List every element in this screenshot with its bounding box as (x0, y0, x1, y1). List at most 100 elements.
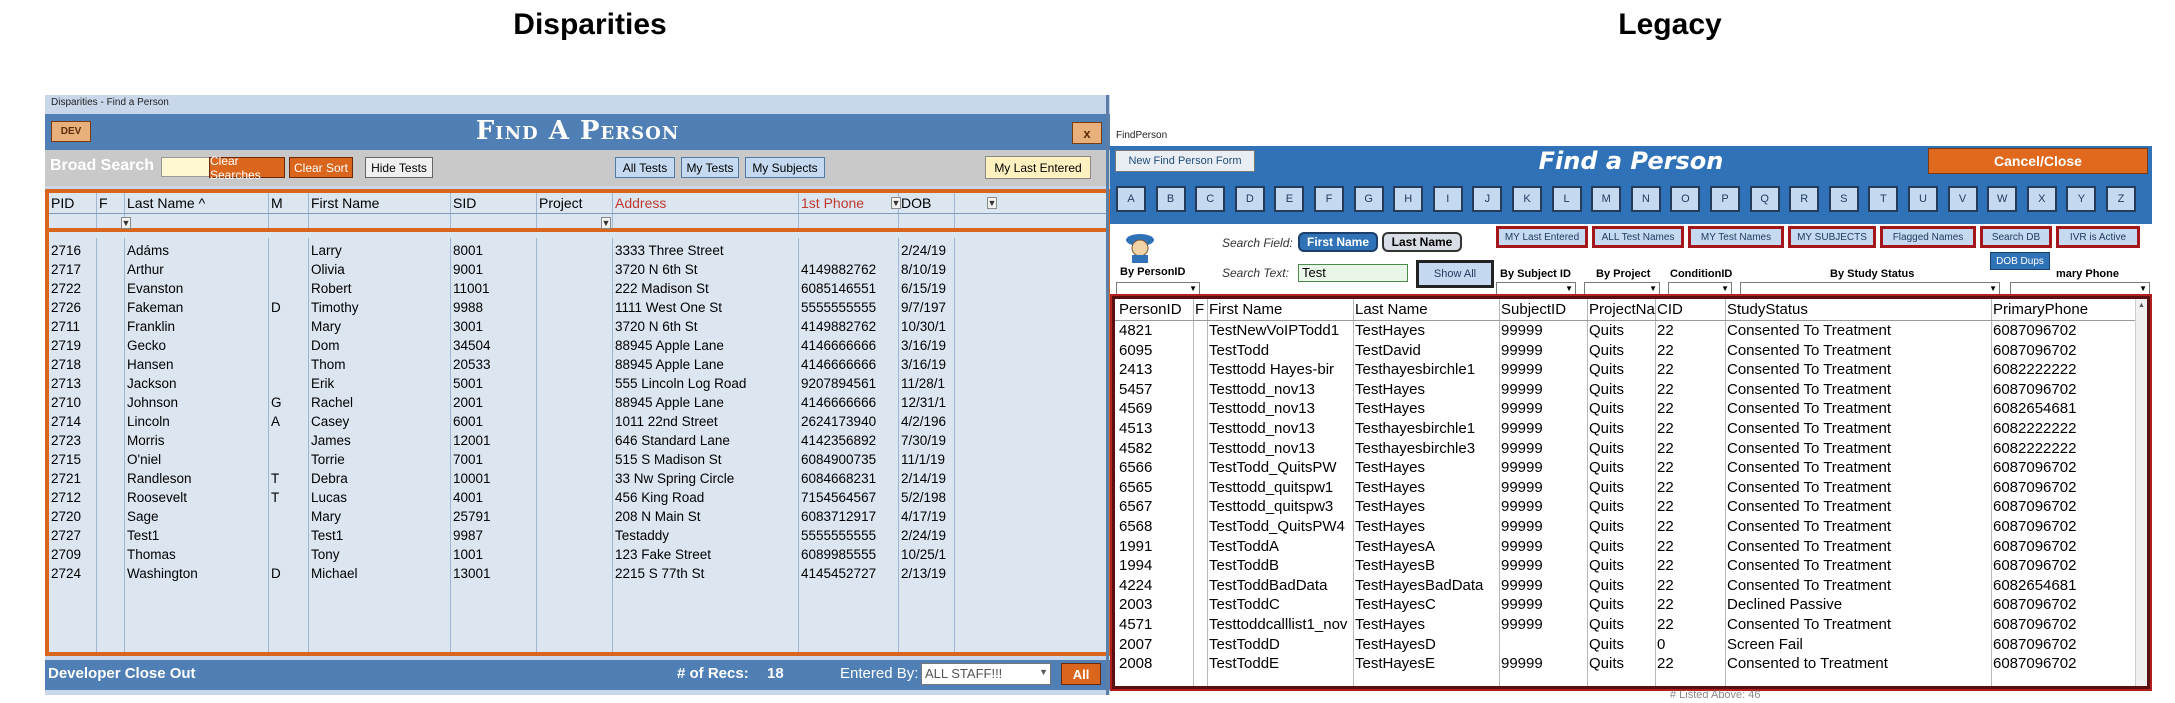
table-row[interactable]: 6566 TestTodd_QuitsPW TestHayes 99999 Quits 2… (1115, 459, 2147, 479)
table-row[interactable]: 2008 TestToddE TestHayesE 99999 Quits 22 Conse… (1115, 655, 2147, 675)
close-button[interactable]: x (1072, 122, 1102, 144)
column-header[interactable]: Project (539, 195, 583, 211)
column-header[interactable]: 1st Phone (801, 195, 864, 211)
column-header[interactable]: PrimaryPhone (1993, 301, 2133, 318)
vertical-scrollbar[interactable]: ▲ (2135, 299, 2147, 686)
table-row[interactable]: 2003 TestToddC TestHayesC 99999 Quits 22 Decli… (1115, 596, 2147, 616)
table-row[interactable]: 6095 TestTodd TestDavid 99999 Quits 22 Consent… (1115, 342, 2147, 362)
letter-filter-button[interactable]: K (1512, 186, 1542, 212)
column-header[interactable]: F (99, 195, 108, 211)
my-last-entered-button[interactable]: My Last Entered (985, 156, 1091, 179)
table-row[interactable]: 2715 O'niel Torrie 7001 515 S Madison St 6084… (49, 451, 1106, 470)
entered-by-select[interactable]: ALL STAFF!!! ▼ (921, 663, 1051, 685)
developer-close-out-button[interactable]: Developer Close Out (48, 665, 196, 682)
chevron-down-icon[interactable]: ▼ (891, 197, 901, 209)
table-row[interactable]: 2726 Fakeman D Timothy 9988 1111 West One St 5… (49, 299, 1106, 318)
filter-button[interactable]: Search DB (1980, 226, 2052, 248)
cancel-close-button[interactable]: Cancel/Close (1928, 148, 2148, 174)
column-header[interactable]: StudyStatus (1727, 301, 1991, 318)
table-row[interactable]: 6568 TestTodd_QuitsPW4 TestHayes 99999 Quits… (1115, 518, 2147, 538)
table-row[interactable]: 2724 Washington D Michael 13001 2215 S 77th S… (49, 565, 1106, 584)
letter-filter-button[interactable]: H (1393, 186, 1424, 212)
search-text-input[interactable]: Test (1298, 264, 1408, 282)
letter-filter-button[interactable]: X (2026, 186, 2057, 212)
table-row[interactable]: 4513 Testtodd_nov13 Testhayesbirchle1 99999… (1115, 420, 2147, 440)
filter-button[interactable]: IVR is Active (2056, 226, 2140, 248)
chevron-down-icon[interactable]: ▼ (601, 217, 611, 229)
table-row[interactable]: 2714 Lincoln A Casey 6001 1011 22nd Street 262… (49, 413, 1106, 432)
letter-filter-button[interactable]: T (1868, 186, 1899, 212)
letter-filter-button[interactable]: N (1630, 186, 1661, 212)
letter-filter-button[interactable]: Q (1749, 186, 1780, 212)
table-row[interactable]: 4224 TestToddBadData TestHayesBadData 99999… (1115, 577, 2147, 597)
filter-button[interactable]: MY SUBJECTS (1788, 226, 1876, 248)
letter-filter-button[interactable]: I (1432, 186, 1463, 212)
table-row[interactable]: 5457 Testtodd_nov13 TestHayes 99999 Quits 22 C… (1115, 381, 2147, 401)
dob-dups-button[interactable]: DOB Dups (1990, 252, 2050, 270)
all-button[interactable]: All (1061, 663, 1101, 685)
table-row[interactable]: 6565 Testtodd_quitspw1 TestHayes 99999 Quits… (1115, 479, 2147, 499)
my-subjects-button[interactable]: My Subjects (745, 157, 825, 178)
filter-button[interactable]: Flagged Names (1880, 226, 1976, 248)
letter-filter-button[interactable]: M (1591, 186, 1622, 212)
column-header[interactable]: Last Name ^ (127, 195, 205, 211)
table-row[interactable]: 2723 Morris James 12001 646 Standard Lane 414… (49, 432, 1106, 451)
letter-filter-button[interactable]: W (1987, 186, 2018, 212)
clear-sort-button[interactable]: Clear Sort (289, 157, 353, 178)
table-row[interactable]: 2007 TestToddD TestHayesD Quits 0 Screen Fail… (1115, 636, 2147, 656)
column-header[interactable]: DOB (901, 195, 931, 211)
table-row[interactable]: 6567 Testtodd_quitspw3 TestHayes 99999 Quits… (1115, 498, 2147, 518)
table-row[interactable]: 2722 Evanston Robert 11001 222 Madison St 608… (49, 280, 1106, 299)
letter-filter-button[interactable]: Z (2106, 186, 2136, 212)
column-header[interactable]: First Name (311, 195, 379, 211)
table-row[interactable]: 2711 Franklin Mary 3001 3720 N 6th St 4149882… (49, 318, 1106, 337)
table-row[interactable]: 2710 Johnson G Rachel 2001 88945 Apple Lane 41… (49, 394, 1106, 413)
letter-filter-button[interactable]: A (1116, 186, 1146, 212)
letter-filter-button[interactable]: S (1828, 186, 1859, 212)
table-row[interactable]: 2709 Thomas Tony 1001 123 Fake Street 6089985… (49, 546, 1106, 565)
letter-filter-button[interactable]: J (1472, 186, 1503, 212)
filter-button[interactable]: MY Test Names (1688, 226, 1784, 248)
table-row[interactable]: 2413 Testtodd Hayes-bir Testhayesbirchle1 9… (1115, 361, 2147, 381)
column-header[interactable]: M (271, 195, 283, 211)
table-row[interactable]: 1991 TestToddA TestHayesA 99999 Quits 22 Conse… (1115, 538, 2147, 558)
letter-filter-button[interactable]: V (1947, 186, 1978, 212)
letter-filter-button[interactable]: U (1908, 186, 1938, 212)
letter-filter-button[interactable]: Y (2066, 186, 2097, 212)
hide-tests-button[interactable]: Hide Tests (365, 157, 433, 178)
filter-button[interactable]: ALL Test Names (1592, 226, 1684, 248)
column-header[interactable]: SID (453, 195, 476, 211)
table-row[interactable]: 2717 Arthur Olivia 9001 3720 N 6th St 4149882… (49, 261, 1106, 280)
letter-filter-button[interactable]: O (1670, 186, 1701, 212)
table-row[interactable]: 2713 Jackson Erik 5001 555 Lincoln Log Road 9… (49, 375, 1106, 394)
chevron-down-icon[interactable]: ▼ (121, 217, 131, 229)
last-name-toggle[interactable]: Last Name (1382, 232, 1462, 252)
table-row[interactable]: 1994 TestToddB TestHayesB 99999 Quits 22 Conse… (1115, 557, 2147, 577)
scroll-up-icon[interactable]: ▲ (2136, 299, 2147, 311)
first-name-toggle[interactable]: First Name (1298, 232, 1378, 252)
letter-filter-button[interactable]: B (1155, 186, 1186, 212)
letter-filter-button[interactable]: L (1551, 186, 1582, 212)
column-header[interactable]: PersonID (1119, 301, 1191, 318)
letter-filter-button[interactable]: C (1195, 186, 1226, 212)
column-header[interactable]: Address (615, 195, 666, 211)
letter-filter-button[interactable]: D (1234, 186, 1265, 212)
all-tests-button[interactable]: All Tests (615, 157, 675, 178)
show-all-button[interactable]: Show All (1416, 260, 1494, 288)
letter-filter-button[interactable]: G (1353, 186, 1384, 212)
table-row[interactable]: 4569 Testtodd_nov13 TestHayes 99999 Quits 22 C… (1115, 400, 2147, 420)
column-header[interactable]: PID (51, 195, 74, 211)
table-row[interactable]: 4571 Testtoddcalllist1_nov TestHayes 99999 Q… (1115, 616, 2147, 636)
table-row[interactable]: 2721 Randleson T Debra 10001 33 Nw Spring Cir… (49, 470, 1106, 489)
table-row[interactable]: 2712 Roosevelt T Lucas 4001 456 King Road 7154… (49, 489, 1106, 508)
filter-button[interactable]: MY Last Entered (1496, 226, 1588, 248)
letter-filter-button[interactable]: F (1314, 186, 1344, 212)
letter-filter-button[interactable]: P (1710, 186, 1740, 212)
table-row[interactable]: 4582 Testtodd_nov13 Testhayesbirchle3 99999… (1115, 440, 2147, 460)
chevron-down-icon[interactable]: ▼ (987, 197, 997, 209)
letter-filter-button[interactable]: E (1274, 186, 1305, 212)
table-row[interactable]: 2716 Adáms Larry 8001 3333 Three Street 2/24/… (49, 242, 1106, 261)
column-header[interactable]: Last Name (1355, 301, 1499, 318)
table-row[interactable]: 2718 Hansen Thom 20533 88945 Apple Lane 41466… (49, 356, 1106, 375)
my-tests-button[interactable]: My Tests (681, 157, 739, 178)
